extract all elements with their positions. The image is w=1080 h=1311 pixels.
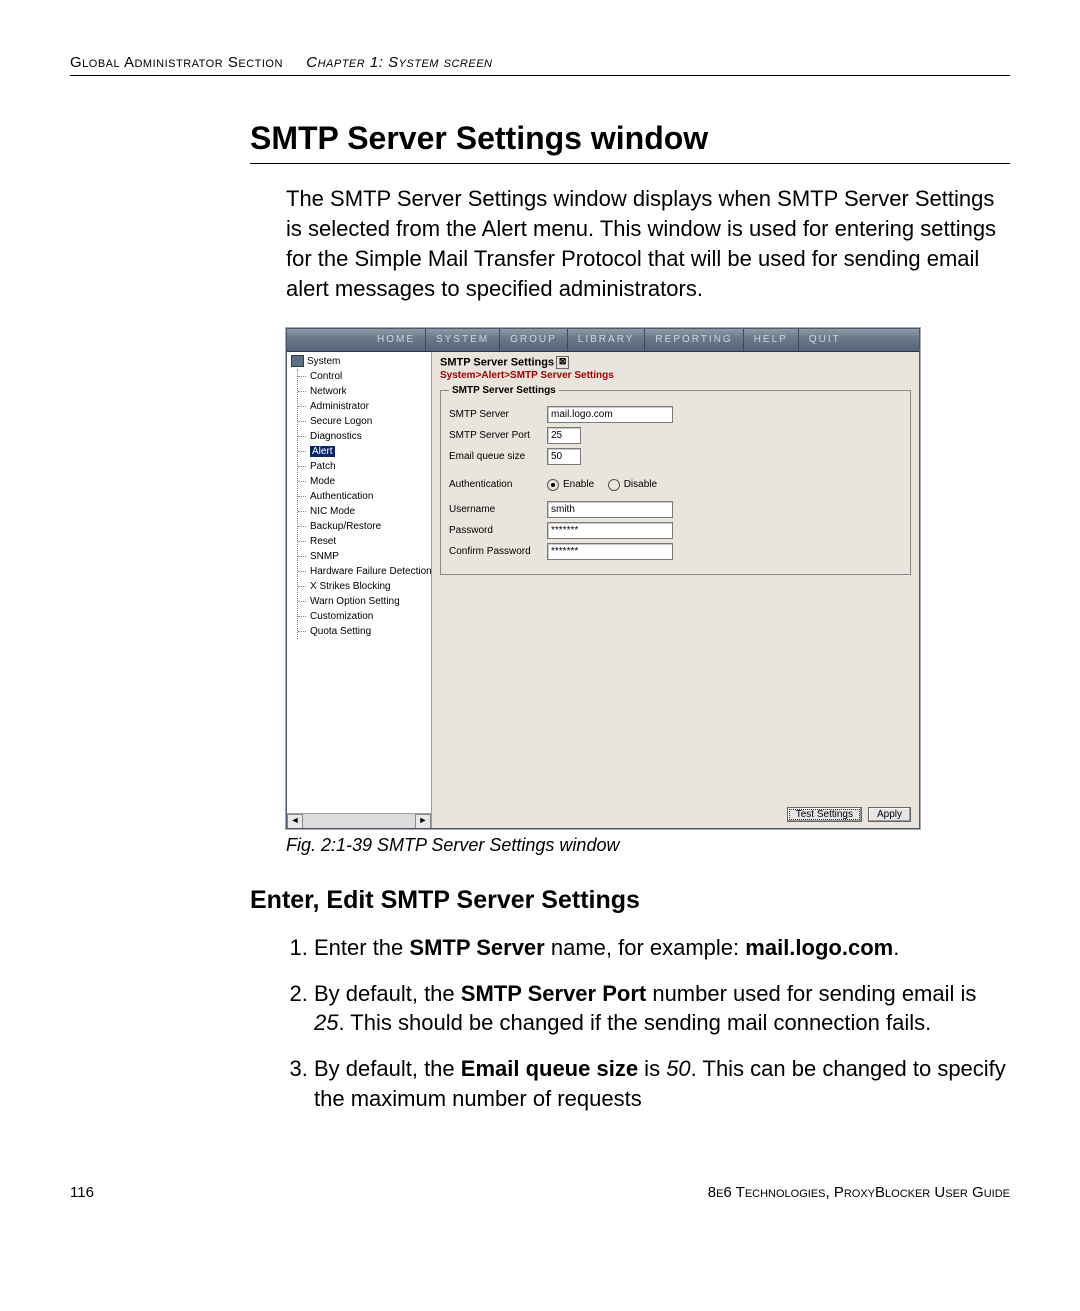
page-number: 116 xyxy=(70,1184,94,1201)
confirm-password-input[interactable] xyxy=(547,543,673,560)
tree-item-snmp[interactable]: SNMP xyxy=(306,549,429,564)
intro-paragraph: The SMTP Server Settings window displays… xyxy=(286,184,1010,304)
username-input[interactable] xyxy=(547,501,673,518)
smtp-port-label: SMTP Server Port xyxy=(449,430,547,441)
tree-item-secure-logon[interactable]: Secure Logon xyxy=(306,414,429,429)
password-label: Password xyxy=(449,525,547,536)
tree-item-network[interactable]: Network xyxy=(306,384,429,399)
running-header: Global Administrator Section Chapter 1: … xyxy=(70,54,1010,76)
content-panel: SMTP Server Settings⊠ System>Alert>SMTP … xyxy=(432,352,919,828)
menu-home[interactable]: HOME xyxy=(367,329,426,351)
figure-screenshot: HOME SYSTEM GROUP LIBRARY REPORTING HELP… xyxy=(286,328,1010,829)
menu-reporting[interactable]: REPORTING xyxy=(645,329,743,351)
tree-item-x-strikes-blocking[interactable]: X Strikes Blocking xyxy=(306,579,429,594)
panel-close-icon[interactable]: ⊠ xyxy=(556,356,569,369)
menu-help[interactable]: HELP xyxy=(744,329,799,351)
email-queue-input[interactable] xyxy=(547,448,581,465)
tree-item-mode[interactable]: Mode xyxy=(306,474,429,489)
scroll-right-icon[interactable]: ► xyxy=(415,814,431,828)
nav-tree: System ControlNetworkAdministratorSecure… xyxy=(287,352,432,828)
tree-item-warn-option-setting[interactable]: Warn Option Setting xyxy=(306,594,429,609)
confirm-password-label: Confirm Password xyxy=(449,546,547,557)
app-window: HOME SYSTEM GROUP LIBRARY REPORTING HELP… xyxy=(286,328,920,829)
subsection-title: Enter, Edit SMTP Server Settings xyxy=(250,886,1010,915)
tree-item-administrator[interactable]: Administrator xyxy=(306,399,429,414)
step-2: By default, the SMTP Server Port number … xyxy=(314,979,1010,1039)
test-settings-button[interactable]: Test Settings xyxy=(787,807,862,822)
step-3: By default, the Email queue size is 50. … xyxy=(314,1054,1010,1114)
tree-item-hardware-failure-detection[interactable]: Hardware Failure Detection xyxy=(306,564,429,579)
password-input[interactable] xyxy=(547,522,673,539)
menubar: HOME SYSTEM GROUP LIBRARY REPORTING HELP… xyxy=(287,329,919,352)
header-left: Global Administrator Section xyxy=(70,54,283,71)
auth-enable-text: Enable xyxy=(563,479,594,490)
menu-group[interactable]: GROUP xyxy=(500,329,568,351)
scroll-left-icon[interactable]: ◄ xyxy=(287,814,303,828)
auth-disable-radio[interactable] xyxy=(608,479,620,491)
auth-label: Authentication xyxy=(449,479,547,490)
menu-system[interactable]: SYSTEM xyxy=(426,329,500,351)
figure-caption: Fig. 2:1-39 SMTP Server Settings window xyxy=(286,835,1010,856)
section-title: SMTP Server Settings window xyxy=(250,120,1010,159)
smtp-server-input[interactable] xyxy=(547,406,673,423)
email-queue-label: Email queue size xyxy=(449,451,547,462)
group-legend: SMTP Server Settings xyxy=(449,385,559,396)
tree-item-patch[interactable]: Patch xyxy=(306,459,429,474)
username-label: Username xyxy=(449,504,547,515)
menu-library[interactable]: LIBRARY xyxy=(568,329,646,351)
page-footer: 116 8e6 Technologies, ProxyBlocker User … xyxy=(70,1184,1010,1201)
tree-item-authentication[interactable]: Authentication xyxy=(306,489,429,504)
settings-group: SMTP Server Settings SMTP Server SMTP Se… xyxy=(440,385,911,575)
tree-root[interactable]: System xyxy=(291,354,429,369)
tree-item-control[interactable]: Control xyxy=(306,369,429,384)
apply-button[interactable]: Apply xyxy=(868,807,911,822)
smtp-server-label: SMTP Server xyxy=(449,409,547,420)
tree-item-reset[interactable]: Reset xyxy=(306,534,429,549)
folder-icon xyxy=(291,355,304,367)
auth-enable-radio[interactable] xyxy=(547,479,559,491)
menu-quit[interactable]: QUIT xyxy=(799,329,851,351)
tree-item-quota-setting[interactable]: Quota Setting xyxy=(306,624,429,639)
smtp-port-input[interactable] xyxy=(547,427,581,444)
step-1: Enter the SMTP Server name, for example:… xyxy=(314,933,1010,963)
tree-item-nic-mode[interactable]: NIC Mode xyxy=(306,504,429,519)
tree-item-backup-restore[interactable]: Backup/Restore xyxy=(306,519,429,534)
steps-list: Enter the SMTP Server name, for example:… xyxy=(286,933,1010,1115)
tree-item-customization[interactable]: Customization xyxy=(306,609,429,624)
tree-item-diagnostics[interactable]: Diagnostics xyxy=(306,429,429,444)
header-right: Chapter 1: System screen xyxy=(306,54,492,71)
panel-title: SMTP Server Settings⊠ xyxy=(440,356,911,369)
tree-scrollbar[interactable]: ◄ ► xyxy=(287,813,431,828)
tree-item-alert[interactable]: Alert xyxy=(306,444,429,459)
auth-disable-text: Disable xyxy=(624,479,657,490)
breadcrumb: System>Alert>SMTP Server Settings xyxy=(440,370,911,381)
footer-right: 8e6 Technologies, ProxyBlocker User Guid… xyxy=(708,1184,1010,1201)
